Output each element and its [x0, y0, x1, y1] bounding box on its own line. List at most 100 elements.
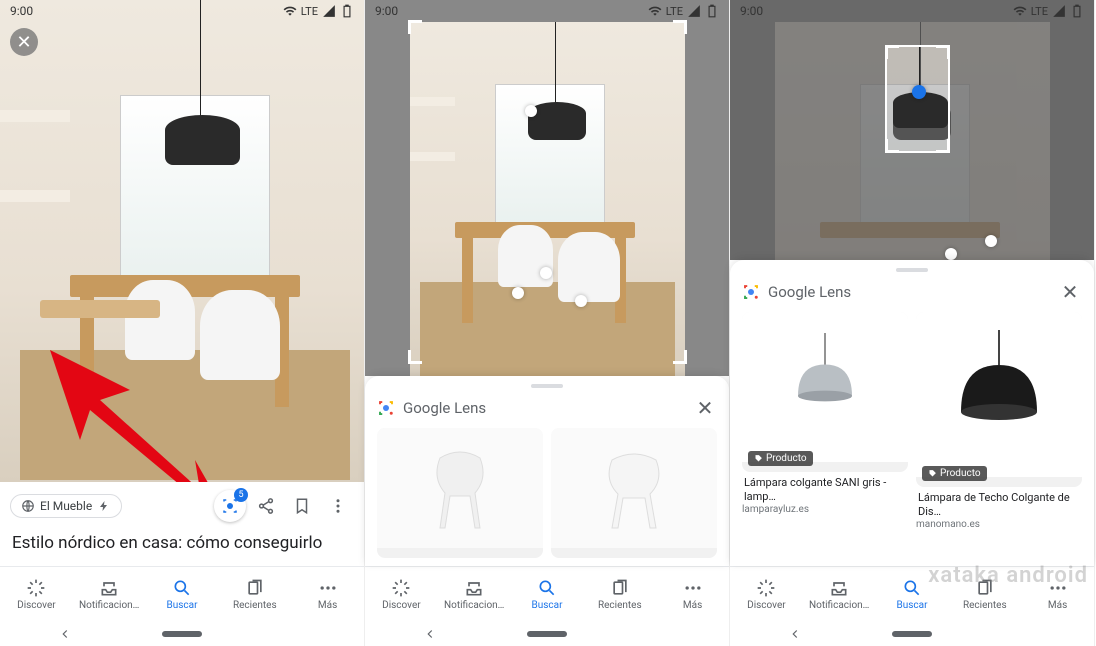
lens-viewport[interactable] — [730, 0, 1094, 260]
sheet-close-button[interactable]: ✕ — [693, 396, 717, 420]
nav-notifications[interactable]: Notificacion… — [73, 567, 146, 622]
result-thumb — [377, 428, 543, 548]
nav-more[interactable]: Más — [1021, 567, 1094, 622]
more-button[interactable] — [322, 490, 354, 522]
image-caption: Estilo nórdico en casa: cómo conseguirlo — [10, 528, 354, 562]
back-icon[interactable] — [423, 627, 437, 641]
nav-label: Recientes — [233, 600, 277, 611]
results-row[interactable]: Producto Lámpara colgante SANI gris - la… — [742, 312, 1082, 530]
nav-label: Recientes — [598, 600, 642, 611]
crop-handle-bl[interactable] — [885, 139, 899, 153]
result-card[interactable]: Producto — [742, 312, 908, 472]
wifi-icon — [1013, 4, 1027, 18]
status-icons: LTE — [648, 4, 719, 18]
nav-label: Notificacion… — [809, 600, 869, 611]
share-button[interactable] — [250, 490, 282, 522]
crop-handle-br[interactable] — [936, 139, 950, 153]
sheet-handle[interactable] — [896, 268, 928, 272]
signal-icon — [322, 4, 336, 18]
sheet-handle[interactable] — [531, 384, 563, 388]
status-network: LTE — [666, 5, 683, 18]
search-icon — [902, 578, 922, 598]
status-time: 9:00 — [375, 4, 398, 18]
back-icon[interactable] — [788, 627, 802, 641]
crop-box[interactable] — [410, 22, 685, 362]
object-dot[interactable] — [985, 235, 997, 247]
nav-label: Más — [683, 600, 702, 611]
amp-icon — [97, 499, 111, 513]
nav-discover[interactable]: Discover — [730, 567, 803, 622]
selected-object-dot[interactable] — [912, 85, 926, 99]
object-dot[interactable] — [575, 295, 587, 307]
result-card[interactable] — [377, 428, 543, 558]
results-row[interactable] — [377, 428, 717, 558]
object-dot[interactable] — [540, 267, 552, 279]
crop-handle-tl[interactable] — [408, 20, 422, 34]
result-title: Lámpara colgante SANI gris - lamp… — [742, 472, 908, 504]
crop-handle-tl[interactable] — [885, 45, 899, 59]
bookmark-button[interactable] — [286, 490, 318, 522]
phone-screen-1: 9:00 LTE ✕ — [0, 0, 365, 646]
nav-more[interactable]: Más — [291, 567, 364, 622]
nav-label: Recientes — [963, 600, 1007, 611]
lens-button[interactable]: 5 — [214, 490, 246, 522]
source-chip[interactable]: El Mueble — [10, 494, 122, 518]
result-source: manomano.es — [916, 519, 1082, 530]
more-horiz-icon — [318, 578, 338, 598]
nav-recent[interactable]: Recientes — [583, 567, 656, 622]
bookmark-icon — [293, 497, 311, 515]
nav-notifications[interactable]: Notificacion… — [803, 567, 876, 622]
lens-viewport[interactable] — [365, 0, 729, 376]
nav-more[interactable]: Más — [656, 567, 729, 622]
nav-label: Notificacion… — [79, 600, 139, 611]
tray-icon — [99, 578, 119, 598]
nav-search[interactable]: Buscar — [146, 567, 219, 622]
battery-icon — [340, 4, 354, 18]
sheet-close-button[interactable]: ✕ — [1058, 280, 1082, 304]
result-source: lamparayluz.es — [742, 504, 908, 515]
object-dot[interactable] — [945, 248, 957, 260]
result-card[interactable]: Producto — [916, 312, 1082, 487]
system-nav — [0, 622, 364, 646]
status-network: LTE — [301, 5, 318, 18]
object-dot[interactable] — [525, 105, 537, 117]
search-icon — [172, 578, 192, 598]
nav-label: Más — [1048, 600, 1067, 611]
home-pill[interactable] — [892, 631, 932, 637]
crop-handle-bl[interactable] — [408, 350, 422, 364]
result-card[interactable] — [551, 428, 717, 558]
nav-search[interactable]: Buscar — [511, 567, 584, 622]
close-button[interactable]: ✕ — [10, 28, 38, 56]
nav-recent[interactable]: Recientes — [948, 567, 1021, 622]
sheet-title: Google Lens — [768, 283, 1050, 301]
image-viewport[interactable]: ✕ — [0, 0, 364, 482]
source-label: El Mueble — [40, 499, 92, 513]
nav-discover[interactable]: Discover — [0, 567, 73, 622]
nav-label: Buscar — [167, 600, 198, 611]
more-horiz-icon — [683, 578, 703, 598]
nav-recent[interactable]: Recientes — [218, 567, 291, 622]
lens-sheet[interactable]: Google Lens ✕ — [365, 376, 729, 566]
lens-sheet[interactable]: Google Lens ✕ Producto — [730, 260, 1094, 566]
room-image — [0, 0, 364, 482]
nav-discover[interactable]: Discover — [365, 567, 438, 622]
nav-label: Buscar — [897, 600, 928, 611]
nav-notifications[interactable]: Notificacion… — [438, 567, 511, 622]
object-dot[interactable] — [512, 287, 524, 299]
status-icons: LTE — [1013, 4, 1084, 18]
nav-search[interactable]: Buscar — [876, 567, 949, 622]
home-pill[interactable] — [162, 631, 202, 637]
nav-label: Buscar — [532, 600, 563, 611]
back-icon[interactable] — [58, 627, 72, 641]
status-bar: 9:00 LTE — [365, 0, 729, 22]
crop-handle-tr[interactable] — [936, 45, 950, 59]
home-pill[interactable] — [527, 631, 567, 637]
battery-icon — [1070, 4, 1084, 18]
crop-box[interactable] — [885, 45, 950, 153]
phone-screen-2: 9:00 LTE — [365, 0, 730, 646]
search-icon — [537, 578, 557, 598]
crop-handle-tr[interactable] — [673, 20, 687, 34]
crop-handle-br[interactable] — [673, 350, 687, 364]
system-nav — [730, 622, 1094, 646]
collections-icon — [245, 578, 265, 598]
